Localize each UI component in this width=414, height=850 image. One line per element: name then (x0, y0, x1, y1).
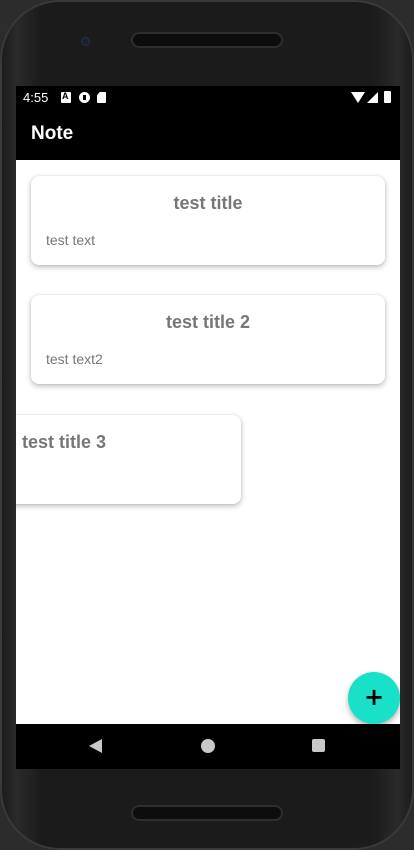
wifi-icon (351, 92, 365, 103)
status-time: 4:55 (23, 90, 49, 105)
home-icon[interactable] (201, 739, 215, 753)
status-bar: 4:55 (16, 86, 400, 110)
phone-frame: 4:55 Note test title test text test titl… (0, 0, 414, 850)
screen: 4:55 Note test title test text test titl… (16, 86, 400, 769)
note-title: test title 2 (165, 312, 251, 332)
add-note-button[interactable]: + (348, 672, 400, 724)
app-title: Note (31, 123, 74, 144)
signal-icon (367, 92, 378, 103)
battery-icon (384, 91, 391, 103)
front-camera (81, 37, 90, 46)
app-bar: Note (16, 110, 400, 160)
note-text: test text (46, 232, 96, 248)
p-notification-icon (79, 92, 90, 103)
navigation-bar (16, 724, 400, 769)
recent-apps-icon[interactable] (312, 739, 325, 752)
sd-card-icon (97, 92, 106, 103)
earpiece-speaker (133, 34, 281, 46)
note-card-swiping[interactable]: test title 3 (16, 415, 241, 504)
a-notification-icon (61, 91, 71, 103)
back-icon[interactable] (89, 739, 102, 753)
bottom-speaker (133, 807, 281, 819)
note-card[interactable]: test title test text (31, 176, 385, 265)
note-text: test text2 (46, 351, 103, 367)
note-title: test title (173, 193, 243, 213)
note-card[interactable]: test title 2 test text2 (31, 295, 385, 384)
note-title: test title 3 (21, 432, 107, 452)
